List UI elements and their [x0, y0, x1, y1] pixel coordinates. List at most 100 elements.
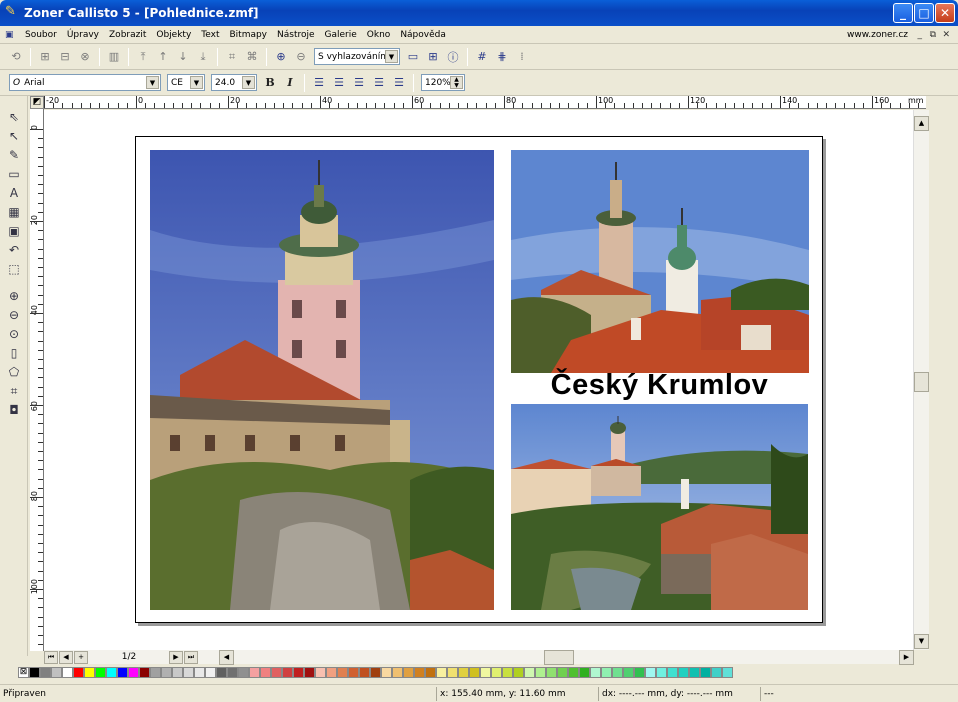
palette-swatch[interactable] [227, 667, 238, 678]
palette-swatch[interactable] [403, 667, 414, 678]
menu-text[interactable]: Text [196, 30, 224, 40]
palette-swatch[interactable] [73, 667, 84, 678]
palette-swatch[interactable] [711, 667, 722, 678]
mdi-restore-icon[interactable]: ⧉ [930, 30, 936, 40]
menu-nastroje[interactable]: Nástroje [272, 30, 320, 40]
palette-swatch[interactable] [425, 667, 436, 678]
align-right-icon[interactable]: ☰ [350, 74, 368, 92]
palette-swatch[interactable] [700, 667, 711, 678]
menu-zobrazit[interactable]: Zobrazit [104, 30, 151, 40]
palette-swatch[interactable] [645, 667, 656, 678]
add-node-icon[interactable]: ⊕ [272, 48, 290, 66]
palette-swatch[interactable] [546, 667, 557, 678]
distribute-icon[interactable]: ⌘ [243, 48, 261, 66]
menu-soubor[interactable]: Soubor [20, 30, 62, 40]
palette-swatch[interactable] [579, 667, 590, 678]
shape-icon[interactable]: ⬚ [3, 260, 25, 279]
palette-swatch[interactable] [161, 667, 172, 678]
font-size-select[interactable]: 24.0 ▼ [211, 74, 257, 91]
palette-swatch[interactable] [271, 667, 282, 678]
palette-swatch[interactable] [601, 667, 612, 678]
palette-swatch[interactable] [282, 667, 293, 678]
palette-swatch[interactable] [689, 667, 700, 678]
node-edit-icon[interactable]: ↖ [3, 127, 25, 146]
zoom-out-icon[interactable]: ⊖ [3, 306, 25, 325]
pointer-icon[interactable]: ⇖ [3, 108, 25, 127]
palette-swatch[interactable] [150, 667, 161, 678]
bitmap-icon[interactable]: ▣ [3, 222, 25, 241]
snap-grid-icon[interactable]: ⋕ [493, 48, 511, 66]
palette-swatch[interactable] [40, 667, 51, 678]
palette-swatch[interactable] [656, 667, 667, 678]
palette-swatch[interactable] [436, 667, 447, 678]
palette-swatch[interactable] [84, 667, 95, 678]
remove-node-icon[interactable]: ⊖ [292, 48, 310, 66]
next-page-icon[interactable]: ▶ [169, 650, 183, 664]
align-left-icon[interactable]: ☰ [310, 74, 328, 92]
palette-swatch[interactable] [678, 667, 689, 678]
castle-photo-top-right[interactable] [511, 150, 809, 373]
palette-swatch[interactable] [359, 667, 370, 678]
palette-swatch[interactable] [634, 667, 645, 678]
palette-swatch[interactable] [293, 667, 304, 678]
italic-button[interactable]: I [281, 74, 299, 92]
justify-all-icon[interactable]: ☰ [390, 74, 408, 92]
align-center-icon[interactable]: ☰ [330, 74, 348, 92]
zoom-in-icon[interactable]: ⊕ [3, 287, 25, 306]
menu-bitmapy[interactable]: Bitmapy [224, 30, 272, 40]
palette-swatch[interactable] [524, 667, 535, 678]
color-palette[interactable]: ⊠ [0, 666, 958, 679]
horizontal-ruler[interactable]: -20 0 20 40 60 80 100 120 140 160 mm [44, 96, 926, 109]
palette-swatch[interactable] [183, 667, 194, 678]
menu-galerie[interactable]: Galerie [320, 30, 362, 40]
font-select[interactable]: O Arial ▼ [9, 74, 161, 91]
rectangle-icon[interactable]: ▭ [3, 165, 25, 184]
palette-swatch[interactable] [106, 667, 117, 678]
scroll-up-icon[interactable]: ▲ [914, 116, 929, 131]
drawing-canvas[interactable]: Český Krumlov [44, 110, 913, 650]
palette-swatch[interactable] [117, 667, 128, 678]
dots-grid-icon[interactable]: ⁞ [513, 48, 531, 66]
mdi-close-icon[interactable]: ✕ [942, 30, 950, 40]
postcard-title[interactable]: Český Krumlov [511, 369, 808, 402]
scroll-down-icon[interactable]: ▼ [914, 634, 929, 649]
page-icon[interactable]: ▯ [3, 344, 25, 363]
info-icon[interactable]: ⓘ [444, 48, 462, 66]
table-icon[interactable]: ▦ [3, 203, 25, 222]
smoothing-select[interactable]: S vyhlazováním ▼ [314, 48, 400, 65]
palette-swatch[interactable] [337, 667, 348, 678]
palette-swatch[interactable] [381, 667, 392, 678]
maximize-button[interactable]: □ [914, 3, 934, 23]
zoom-all-icon[interactable]: ⌗ [3, 382, 25, 401]
palette-swatch[interactable] [557, 667, 568, 678]
palette-swatch[interactable] [139, 667, 150, 678]
rotate-icon[interactable]: ⟲ [7, 48, 25, 66]
last-page-icon[interactable]: ⏭ [184, 650, 198, 664]
palette-swatch[interactable] [414, 667, 425, 678]
town-photo-bottom-right[interactable] [511, 404, 808, 610]
scroll-right-icon[interactable]: ▶ [899, 650, 914, 665]
palette-swatch[interactable] [194, 667, 205, 678]
combine-icon[interactable]: ⊗ [76, 48, 94, 66]
zoom-spinner[interactable]: 120% ▲ ▼ [421, 74, 465, 91]
palette-swatch[interactable] [447, 667, 458, 678]
palette-swatch[interactable] [249, 667, 260, 678]
horizontal-scroll-thumb[interactable] [544, 650, 574, 665]
charset-select[interactable]: CE ▼ [167, 74, 205, 91]
pen-icon[interactable]: ✎ [3, 146, 25, 165]
no-color-icon[interactable]: ⊠ [18, 667, 29, 678]
palette-swatch[interactable] [722, 667, 733, 678]
palette-swatch[interactable] [370, 667, 381, 678]
zoom-select-icon[interactable]: ⬠ [3, 363, 25, 382]
palette-swatch[interactable] [128, 667, 139, 678]
bold-button[interactable]: B [261, 74, 279, 92]
palette-swatch[interactable] [458, 667, 469, 678]
frame-icon[interactable]: ◘ [3, 401, 25, 420]
group-icon[interactable]: ⊞ [36, 48, 54, 66]
palette-swatch[interactable] [502, 667, 513, 678]
mdi-minimize-icon[interactable]: _ [918, 30, 923, 40]
ungroup-icon[interactable]: ⊟ [56, 48, 74, 66]
palette-swatch[interactable] [216, 667, 227, 678]
text-tool-icon[interactable]: A [3, 184, 25, 203]
zoom-fit-icon[interactable]: ⊙ [3, 325, 25, 344]
